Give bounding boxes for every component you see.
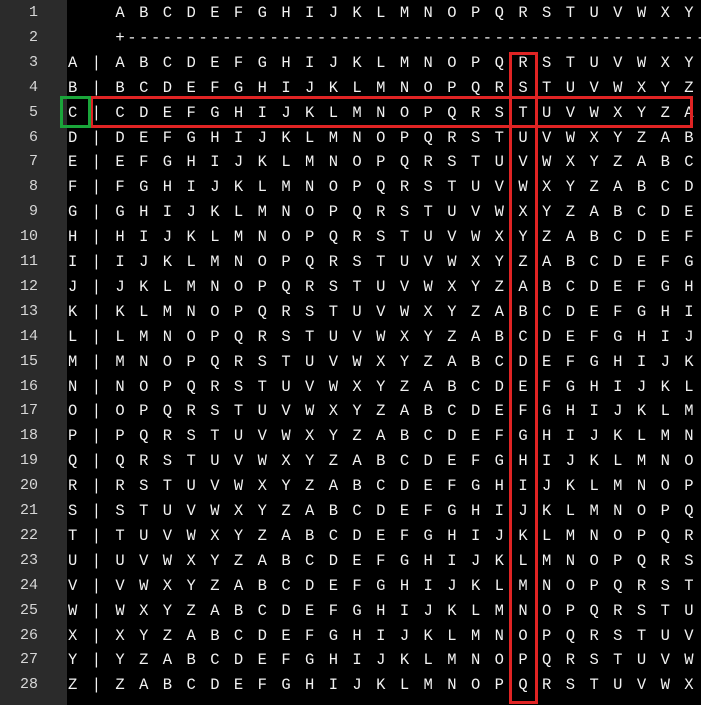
text-line[interactable]: G | G H I J K L M N O P Q R S T U V W X … [68,200,701,225]
text-editor[interactable]: 1 2 3 4 5 6 7 8 9 10 11 12 13 14 15 16 17 18 19 20 21 22 23 24 2… [0,0,701,705]
line-number: 14 [19,327,38,345]
text-line[interactable]: T | T U V W X Y Z A B C D E F G H I J K … [68,524,701,549]
line-number: 3 [28,53,38,71]
text-line[interactable]: J | J K L M N O P Q R S T U V W X Y Z A … [68,275,701,300]
line-number: 18 [19,427,38,445]
text-line[interactable]: C | C D E F G H I J K L M N O P Q R S T … [68,101,701,126]
line-number: 10 [19,228,38,246]
line-number: 9 [28,203,38,221]
line-number: 25 [19,601,38,619]
line-number: 5 [28,103,38,121]
text-line[interactable]: I | I J K L M N O P Q R S T U V W X Y Z … [68,250,701,275]
text-line[interactable]: N | N O P Q R S T U V W X Y Z A B C D E … [68,375,701,400]
line-number: 1 [28,4,38,21]
text-line[interactable]: L | L M N O P Q R S T U V W X Y Z A B C … [68,325,701,350]
text-line[interactable]: Z | Z A B C D E F G H I J K L M N O P Q … [68,673,701,698]
text-line[interactable]: E | E F G H I J K L M N O P Q R S T U V … [68,150,701,175]
line-number: 27 [19,651,38,669]
text-line[interactable]: V | V W X Y Z A B C D E F G H I J K L M … [68,574,701,599]
text-line[interactable]: X | X Y Z A B C D E F G H I J K L M N O … [68,624,701,649]
line-number: 12 [19,277,38,295]
text-line[interactable]: S | S T U V W X Y Z A B C D E F G H I J … [68,499,701,524]
text-line[interactable]: D | D E F G H I J K L M N O P Q R S T U … [68,126,701,151]
line-number: 13 [19,302,38,320]
text-line[interactable]: Q | Q R S T U V W X Y Z A B C D E F G H … [68,449,701,474]
text-line[interactable]: W | W X Y Z A B C D E F G H I J K L M N … [68,599,701,624]
text-line[interactable]: B | B C D E F G H I J K L M N O P Q R S … [68,76,701,101]
line-number: 8 [28,178,38,196]
text-line[interactable]: U | U V W X Y Z A B C D E F G H I J K L … [68,549,701,574]
text-line[interactable]: H | H I J K L M N O P Q R S T U V W X Y … [68,225,701,250]
line-number: 23 [19,551,38,569]
text-line[interactable]: +---------------------------------------… [68,26,701,51]
line-number: 6 [28,128,38,146]
line-number: 26 [19,626,38,644]
text-line[interactable]: Y | Y Z A B C D E F G H I J K L M N O P … [68,648,701,673]
text-line[interactable]: P | P Q R S T U V W X Y Z A B C D E F G … [68,424,701,449]
line-number: 20 [19,477,38,495]
line-number: 21 [19,502,38,519]
text-line[interactable]: A B C D E F G H I J K L M N O P Q R S T … [68,1,701,26]
text-line[interactable]: K | K L M N O P Q R S T U V W X Y Z A B … [68,300,701,325]
line-number: 28 [19,676,38,694]
line-number: 11 [19,253,38,270]
text-line[interactable]: O | O P Q R S T U V W X Y Z A B C D E F … [68,399,701,424]
text-line[interactable]: A | A B C D E F G H I J K L M N O P Q R … [68,51,701,76]
line-number: 15 [19,352,38,370]
text-line[interactable]: F | F G H I J K L M N O P Q R S T U V W … [68,175,701,200]
line-number: 24 [19,576,38,594]
line-number: 17 [19,402,38,420]
line-number: 19 [19,452,38,470]
line-number: 22 [19,526,38,544]
line-number: 7 [28,153,38,171]
line-number: 4 [28,78,38,96]
text-line[interactable]: M | M N O P Q R S T U V W X Y Z A B C D … [68,350,701,375]
line-number: 2 [28,28,38,46]
text-line[interactable]: R | R S T U V W X Y Z A B C D E F G H I … [68,474,701,499]
line-number: 16 [19,377,38,395]
